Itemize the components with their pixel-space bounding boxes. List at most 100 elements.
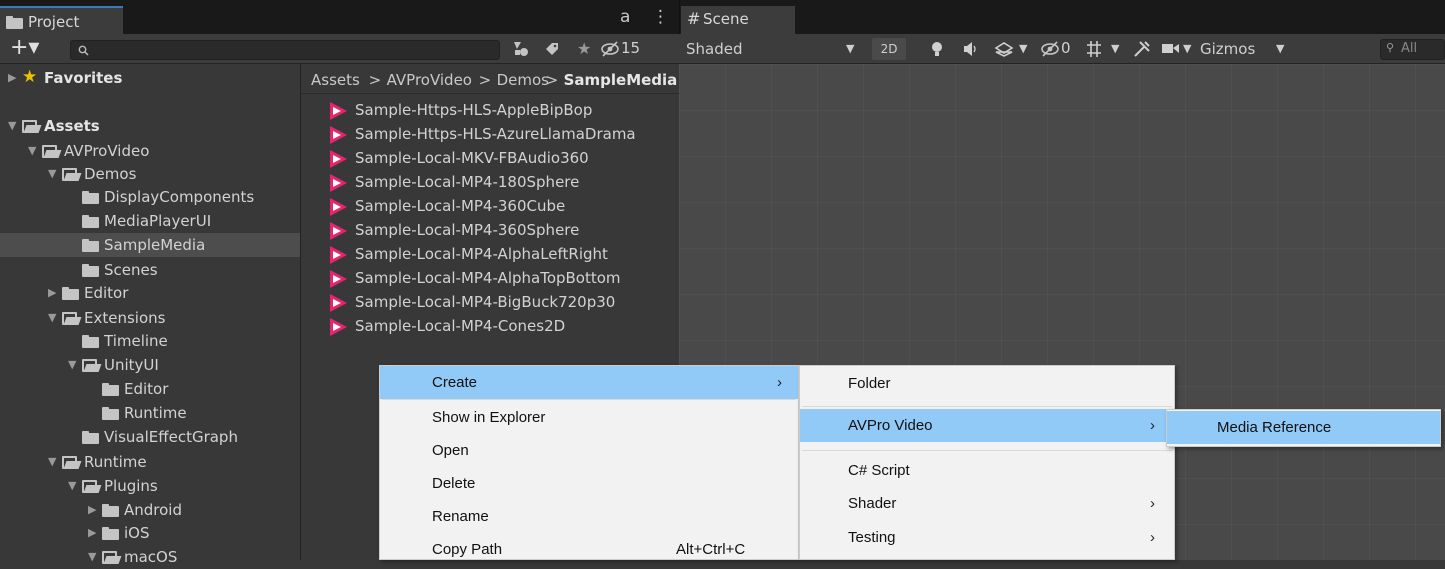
tree-row[interactable]: Runtime (0, 401, 300, 425)
file-list-item[interactable]: Sample-Local-MP4-180Sphere (328, 170, 679, 194)
effects-dropdown-chevron-icon[interactable]: ▼ (1019, 42, 1027, 55)
file-list-item[interactable]: Sample-Local-MP4-AlphaTopBottom (328, 266, 679, 290)
collapsed-arrow-icon[interactable]: ▶ (48, 281, 56, 305)
tree-row[interactable]: MediaPlayerUI (0, 209, 300, 233)
tree-row[interactable]: ▼ Plugins (0, 474, 300, 498)
breadcrumb-separator: > (545, 71, 559, 89)
menu-item-open[interactable]: Open (380, 434, 798, 467)
breadcrumb-item[interactable]: AVProVideo (387, 66, 472, 93)
tree-row[interactable]: DisplayComponents (0, 185, 300, 209)
tree-row[interactable]: ▶ Editor (0, 281, 300, 305)
camera-dropdown-chevron-icon[interactable]: ▼ (1183, 42, 1191, 55)
tree-row[interactable]: Scenes (0, 258, 300, 282)
grid-dropdown-chevron-icon[interactable]: ▼ (1111, 42, 1119, 55)
tree-row[interactable]: ▼ macOS (0, 545, 300, 569)
collapsed-arrow-icon[interactable]: ▶ (8, 66, 16, 90)
file-list-item[interactable]: Sample-Local-MP4-AlphaLeftRight (328, 242, 679, 266)
scene-search-input[interactable]: ⚲ All (1380, 39, 1445, 60)
tree-row[interactable]: SampleMedia (0, 233, 300, 257)
menu-item-media-reference[interactable]: Media Reference (1167, 411, 1440, 444)
2d-toggle-button[interactable]: 2D (872, 38, 906, 60)
camera-icon[interactable] (1162, 42, 1180, 54)
menu-item-shortcut: Alt+Ctrl+C (676, 541, 746, 558)
folder-icon (6, 16, 23, 29)
tree-row-label: Scenes (104, 261, 158, 279)
tree-row[interactable]: ▼ AVProVideo (0, 139, 300, 163)
favorites-star-icon[interactable]: ★ (577, 39, 591, 58)
expanded-arrow-icon[interactable]: ▼ (68, 474, 76, 498)
media-reference-icon (330, 270, 347, 288)
expanded-arrow-icon[interactable]: ▼ (48, 450, 56, 474)
tree-row[interactable]: ▶ ★ Favorites (0, 66, 300, 90)
tools-icon[interactable] (1132, 39, 1152, 59)
folder-open-icon (62, 456, 80, 469)
expanded-arrow-icon[interactable]: ▼ (8, 114, 16, 138)
tree-row[interactable]: ▶ Android (0, 498, 300, 522)
scene-search-placeholder: All (1401, 41, 1418, 56)
expanded-arrow-icon[interactable]: ▼ (48, 162, 56, 186)
scene-tab[interactable]: # Scene (681, 6, 795, 34)
expanded-arrow-icon[interactable]: ▼ (88, 545, 96, 569)
tree-row[interactable]: ▼ Assets (0, 114, 300, 138)
shading-mode-dropdown[interactable]: Shaded ▼ (686, 38, 862, 60)
effects-toggle-icon[interactable] (994, 40, 1014, 58)
grid-toggle-icon[interactable] (1084, 39, 1104, 59)
folder-icon (82, 264, 99, 277)
collapsed-arrow-icon[interactable]: ▶ (88, 521, 96, 545)
hidden-packages-icon[interactable] (600, 40, 620, 58)
menu-item-label: Copy Path (432, 541, 503, 558)
tree-row-label: Extensions (84, 309, 166, 327)
scene-visibility-icon[interactable] (1040, 40, 1060, 58)
expanded-arrow-icon[interactable]: ▼ (48, 306, 56, 330)
menu-item-avpro-video[interactable]: AVPro Video › (800, 409, 1174, 442)
menu-item-create[interactable]: Create › (380, 366, 798, 399)
tree-row[interactable]: ▼ UnityUI (0, 353, 300, 377)
tree-row[interactable]: ▼ Extensions (0, 306, 300, 330)
media-reference-icon (330, 174, 347, 192)
tree-row-label: DisplayComponents (104, 188, 255, 206)
breadcrumb-item[interactable]: SampleMedia (564, 66, 678, 93)
menu-item-delete[interactable]: Delete (380, 467, 798, 500)
menu-item-shader[interactable]: Shader › (800, 487, 1174, 520)
search-icon: ⚲ (1386, 41, 1395, 54)
gizmos-dropdown[interactable]: Gizmos ▼ (1200, 38, 1290, 60)
add-asset-button[interactable]: +▾ (10, 35, 39, 60)
menu-item-rename[interactable]: Rename (380, 500, 798, 533)
tree-row[interactable]: VisualEffectGraph (0, 425, 300, 449)
file-name: Sample-Local-MP4-360Cube (355, 197, 566, 215)
breadcrumb-item[interactable]: Assets (311, 66, 360, 93)
project-search-input[interactable] (70, 40, 500, 60)
file-list-item[interactable]: Sample-Local-MP4-Cones2D (328, 314, 679, 338)
file-list-item[interactable]: Sample-Local-MP4-BigBuck720p30 (328, 290, 679, 314)
collapsed-arrow-icon[interactable]: ▶ (88, 498, 96, 522)
menu-item-copy-path[interactable]: Copy Path Alt+Ctrl+C (380, 533, 798, 566)
audio-toggle-icon[interactable] (963, 42, 979, 56)
file-list-item[interactable]: Sample-Local-MKV-FBAudio360 (328, 146, 679, 170)
breadcrumb-item[interactable]: Demos (497, 66, 549, 93)
file-list-item[interactable]: Sample-Https-HLS-AppleBipBop (328, 98, 679, 122)
folder-icon (82, 239, 99, 252)
tree-row[interactable]: ▼ Runtime (0, 450, 300, 474)
file-name: Sample-Local-MP4-AlphaLeftRight (355, 245, 608, 263)
expanded-arrow-icon[interactable]: ▼ (68, 353, 76, 377)
more-options-icon[interactable]: ⋮ (652, 7, 669, 27)
filter-by-label-icon[interactable] (544, 41, 560, 57)
lock-icon[interactable]: a (620, 7, 630, 27)
tree-row[interactable]: Timeline (0, 329, 300, 353)
file-list-item[interactable]: Sample-Https-HLS-AzureLlamaDrama (328, 122, 679, 146)
tree-row-label: Plugins (104, 477, 158, 495)
tree-row[interactable]: Editor (0, 377, 300, 401)
file-list-item[interactable]: Sample-Local-MP4-360Cube (328, 194, 679, 218)
file-list-item[interactable]: Sample-Local-MP4-360Sphere (328, 218, 679, 242)
menu-separator (802, 450, 1172, 451)
lighting-toggle-icon[interactable] (930, 41, 944, 57)
project-tab[interactable]: Project (0, 6, 123, 34)
menu-item-show-in-explorer[interactable]: Show in Explorer (380, 401, 798, 434)
expanded-arrow-icon[interactable]: ▼ (28, 139, 36, 163)
menu-item-c-script[interactable]: C# Script (800, 454, 1174, 487)
tree-row[interactable]: ▶ iOS (0, 521, 300, 545)
tree-row[interactable]: ▼ Demos (0, 162, 300, 186)
menu-item-testing[interactable]: Testing › (800, 521, 1174, 554)
filter-by-type-icon[interactable] (512, 40, 530, 58)
menu-item-folder[interactable]: Folder (800, 367, 1174, 400)
